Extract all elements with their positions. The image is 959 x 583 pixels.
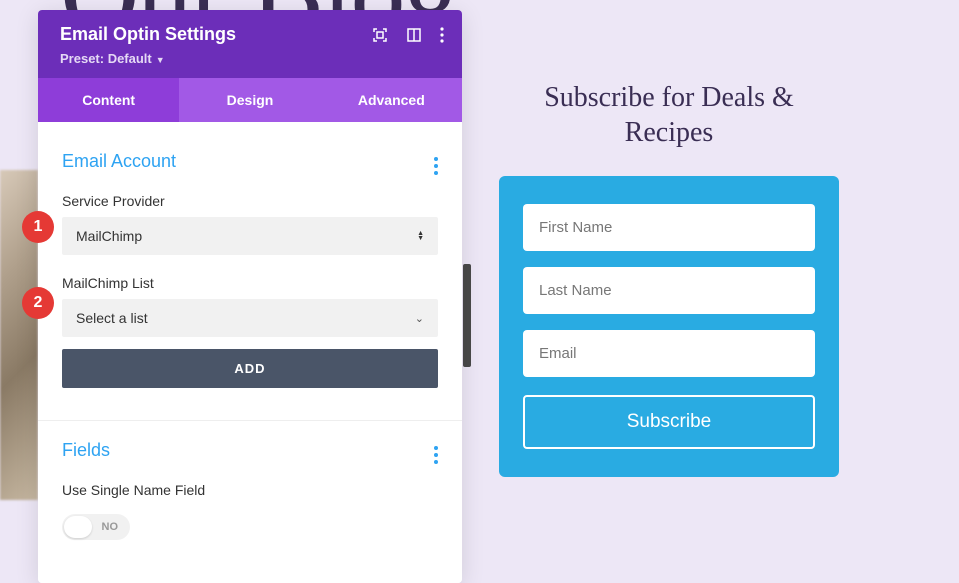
section-fields: Fields Use Single Name Field NO [38, 421, 462, 553]
chevron-down-icon: ⌄ [415, 312, 424, 325]
add-button[interactable]: ADD [62, 349, 438, 388]
updown-icon: ▲▼ [417, 231, 424, 241]
tab-content[interactable]: Content [38, 78, 179, 122]
layout-icon[interactable] [406, 27, 422, 43]
input-first-name[interactable] [523, 204, 815, 251]
tab-advanced[interactable]: Advanced [321, 78, 462, 122]
input-email[interactable] [523, 330, 815, 377]
panel-header: Email Optin Settings Preset: Default ▼ [38, 10, 462, 78]
label-use-single-name: Use Single Name Field [62, 482, 438, 498]
tab-design[interactable]: Design [179, 78, 320, 122]
section-email-account: Email Account Service Provider MailChimp… [38, 132, 462, 398]
module-drag-handle[interactable] [463, 264, 471, 367]
section-options-icon[interactable] [434, 148, 438, 175]
label-mailchimp-list: MailChimp List [62, 275, 438, 291]
toggle-knob [64, 516, 92, 538]
toggle-state-label: NO [102, 521, 119, 533]
section-options-icon[interactable] [434, 437, 438, 464]
toggle-single-name[interactable]: NO [62, 514, 130, 540]
focus-icon[interactable] [372, 27, 388, 43]
live-preview: Subscribe for Deals & Recipes Subscribe [499, 80, 839, 477]
subscribe-button[interactable]: Subscribe [523, 395, 815, 449]
annotation-marker-1: 1 [22, 211, 54, 243]
input-last-name[interactable] [523, 267, 815, 314]
panel-tabs: Content Design Advanced [38, 78, 462, 122]
section-title-fields[interactable]: Fields [62, 440, 110, 461]
section-title-email-account[interactable]: Email Account [62, 151, 176, 172]
select-service-provider[interactable]: MailChimp ▲▼ [62, 217, 438, 255]
label-service-provider: Service Provider [62, 193, 438, 209]
select-mailchimp-list[interactable]: Select a list ⌄ [62, 299, 438, 337]
panel-title: Email Optin Settings [60, 24, 236, 45]
optin-form: Subscribe [499, 176, 839, 477]
caret-down-icon: ▼ [156, 55, 165, 65]
settings-panel: Email Optin Settings Preset: Default ▼ C… [38, 10, 462, 583]
kebab-icon[interactable] [440, 27, 444, 43]
preview-heading: Subscribe for Deals & Recipes [499, 80, 839, 150]
annotation-marker-2: 2 [22, 287, 54, 319]
preset-selector[interactable]: Preset: Default ▼ [60, 51, 165, 66]
